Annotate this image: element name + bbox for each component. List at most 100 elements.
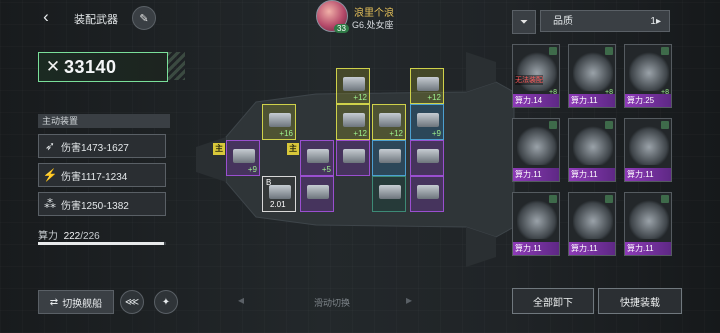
weapon-icon <box>307 185 329 199</box>
quick-equip-button[interactable]: 快捷装载 <box>598 288 682 314</box>
player-level-badge: 33 <box>334 24 349 33</box>
inventory-card[interactable]: 算力.11 <box>512 118 560 182</box>
ship-slot[interactable]: 2.01 B <box>262 176 296 212</box>
quality-sort-label: 品质 <box>553 16 573 27</box>
combat-power-value: 33140 <box>64 56 117 77</box>
equipment-slot-missile[interactable]: ➶ 伤害1473-1627 <box>38 134 166 158</box>
weapon-icon <box>343 77 365 91</box>
ship-slot[interactable]: +12 <box>372 104 406 140</box>
slot-bonus: +9 <box>247 165 257 174</box>
ship-slot[interactable]: +9 <box>410 104 444 140</box>
slot-bonus: +12 <box>427 93 441 102</box>
rarity-tag-icon <box>605 195 613 203</box>
ship-slot[interactable] <box>300 176 334 212</box>
unequip-all-button[interactable]: 全部卸下 <box>512 288 594 314</box>
ship-slot[interactable] <box>372 176 406 212</box>
card-cost: 算力.11 <box>625 242 671 255</box>
slot-bonus: +5 <box>321 165 331 174</box>
capacity-max: /226 <box>80 231 100 242</box>
card-cost: 算力.11 <box>569 242 615 255</box>
quality-sort-dropdown[interactable]: 品质 1▸ <box>540 10 670 32</box>
ship-layout: +12 +12 +16 +12 +12 +9 +9 主 +5 主 2.01 B <box>196 52 516 267</box>
weapon-art-icon <box>629 199 669 239</box>
inventory-card[interactable]: 无法装配 +8 算力.14 <box>512 44 560 108</box>
inventory-card[interactable]: +8 算力.11 <box>568 44 616 108</box>
fleet-button[interactable]: ⋘ <box>120 290 144 314</box>
compass-icon: ✦ <box>161 296 171 308</box>
crossed-swords-icon: ✕ <box>45 57 61 76</box>
card-cost: 算力.25 <box>625 94 671 107</box>
combat-power-box: ✕ 33140 <box>38 52 168 82</box>
slot-number: 2.01 <box>270 200 286 209</box>
weapon-art-icon <box>517 125 557 165</box>
ship-slot[interactable]: +9 主 <box>213 140 260 176</box>
capacity-current: 222 <box>63 231 81 242</box>
capacity-label: 算力 <box>38 231 58 242</box>
switch-ship-button[interactable]: ⇄ 切换舰船 <box>38 290 114 314</box>
equipment-slot-label: 伤害1117-1234 <box>61 171 128 183</box>
equipment-slot-label: 伤害1473-1627 <box>61 142 129 154</box>
rarity-tag-icon <box>661 121 669 129</box>
weapon-icon <box>417 113 439 127</box>
inventory-card[interactable]: 算力.11 <box>512 192 560 256</box>
ship-slot[interactable]: +5 主 <box>287 140 334 176</box>
inventory-card[interactable]: +8 算力.25 <box>624 44 672 108</box>
capacity-readout: 算力 222/226 <box>38 227 100 242</box>
weapon-icon <box>379 113 401 127</box>
player-info: G6.处女座 <box>352 20 394 30</box>
inventory-card[interactable]: 算力.11 <box>624 118 672 182</box>
filter-button[interactable]: ⏷ <box>512 10 536 34</box>
rarity-tag-icon <box>605 121 613 129</box>
ship-slot[interactable] <box>410 176 444 212</box>
weapon-art-icon <box>629 125 669 165</box>
weapon-icon <box>417 185 439 199</box>
equipment-slot-laser[interactable]: ⚡ 伤害1117-1234 <box>38 163 166 187</box>
slot-bonus: +16 <box>279 129 293 138</box>
rarity-tag-icon <box>661 195 669 203</box>
active-equipment-header: 主动装置 <box>38 114 170 128</box>
weapon-art-icon <box>517 199 557 239</box>
cannon-icon: ⁂ <box>44 197 56 211</box>
ship-slot[interactable]: +12 <box>336 68 370 104</box>
rarity-tag-icon <box>661 47 669 55</box>
player-name: 浪里个浪 <box>354 8 394 19</box>
ship-slot[interactable] <box>372 140 406 176</box>
inventory-grid: 无法装配 +8 算力.14 +8 算力.11 +8 算力.25 算力.11 算力.11 算力.11… <box>510 42 680 282</box>
ship-slot[interactable]: +12 <box>410 68 444 104</box>
capacity-bar <box>38 242 166 245</box>
card-cost: 算力.11 <box>625 168 671 181</box>
weapon-icon <box>343 113 365 127</box>
card-cost: 算力.11 <box>569 94 615 107</box>
rarity-tag-icon <box>605 47 613 55</box>
back-button[interactable]: ‹ <box>38 8 54 26</box>
edit-button[interactable]: ✎ <box>132 6 156 30</box>
laser-icon: ⚡ <box>42 168 58 182</box>
weapon-icon <box>269 185 291 199</box>
sort-icon: 1▸ <box>650 16 661 27</box>
slot-bonus: +12 <box>389 129 403 138</box>
ship-slot[interactable]: +16 <box>262 104 296 140</box>
decorative-stripes <box>168 52 185 80</box>
swipe-left-icon: ◂ <box>238 293 245 307</box>
slot-bonus: +12 <box>353 129 367 138</box>
ship-slot[interactable] <box>410 140 444 176</box>
swipe-hint: 滑动切换 <box>314 298 351 308</box>
inventory-card[interactable]: 算力.11 <box>568 192 616 256</box>
filter-icon: ⏷ <box>520 16 528 28</box>
weapon-icon <box>417 77 439 91</box>
ship-slot[interactable]: +12 <box>336 104 370 140</box>
weapon-icon <box>343 149 365 163</box>
chevron-left-icon: ‹ <box>43 7 49 26</box>
card-cost: 算力.14 <box>513 94 559 107</box>
inventory-card[interactable]: 算力.11 <box>568 118 616 182</box>
weapon-icon <box>379 185 401 199</box>
ship-slot[interactable] <box>336 140 370 176</box>
weapon-icon <box>307 149 329 163</box>
equipment-slot-cannon[interactable]: ⁂ 伤害1250-1382 <box>38 192 166 216</box>
weapon-art-icon <box>573 199 613 239</box>
inventory-card[interactable]: 算力.11 <box>624 192 672 256</box>
fleet-icon: ⋘ <box>124 296 140 308</box>
rarity-tag-icon <box>549 195 557 203</box>
compass-button[interactable]: ✦ <box>154 290 178 314</box>
weapon-icon <box>269 113 291 127</box>
